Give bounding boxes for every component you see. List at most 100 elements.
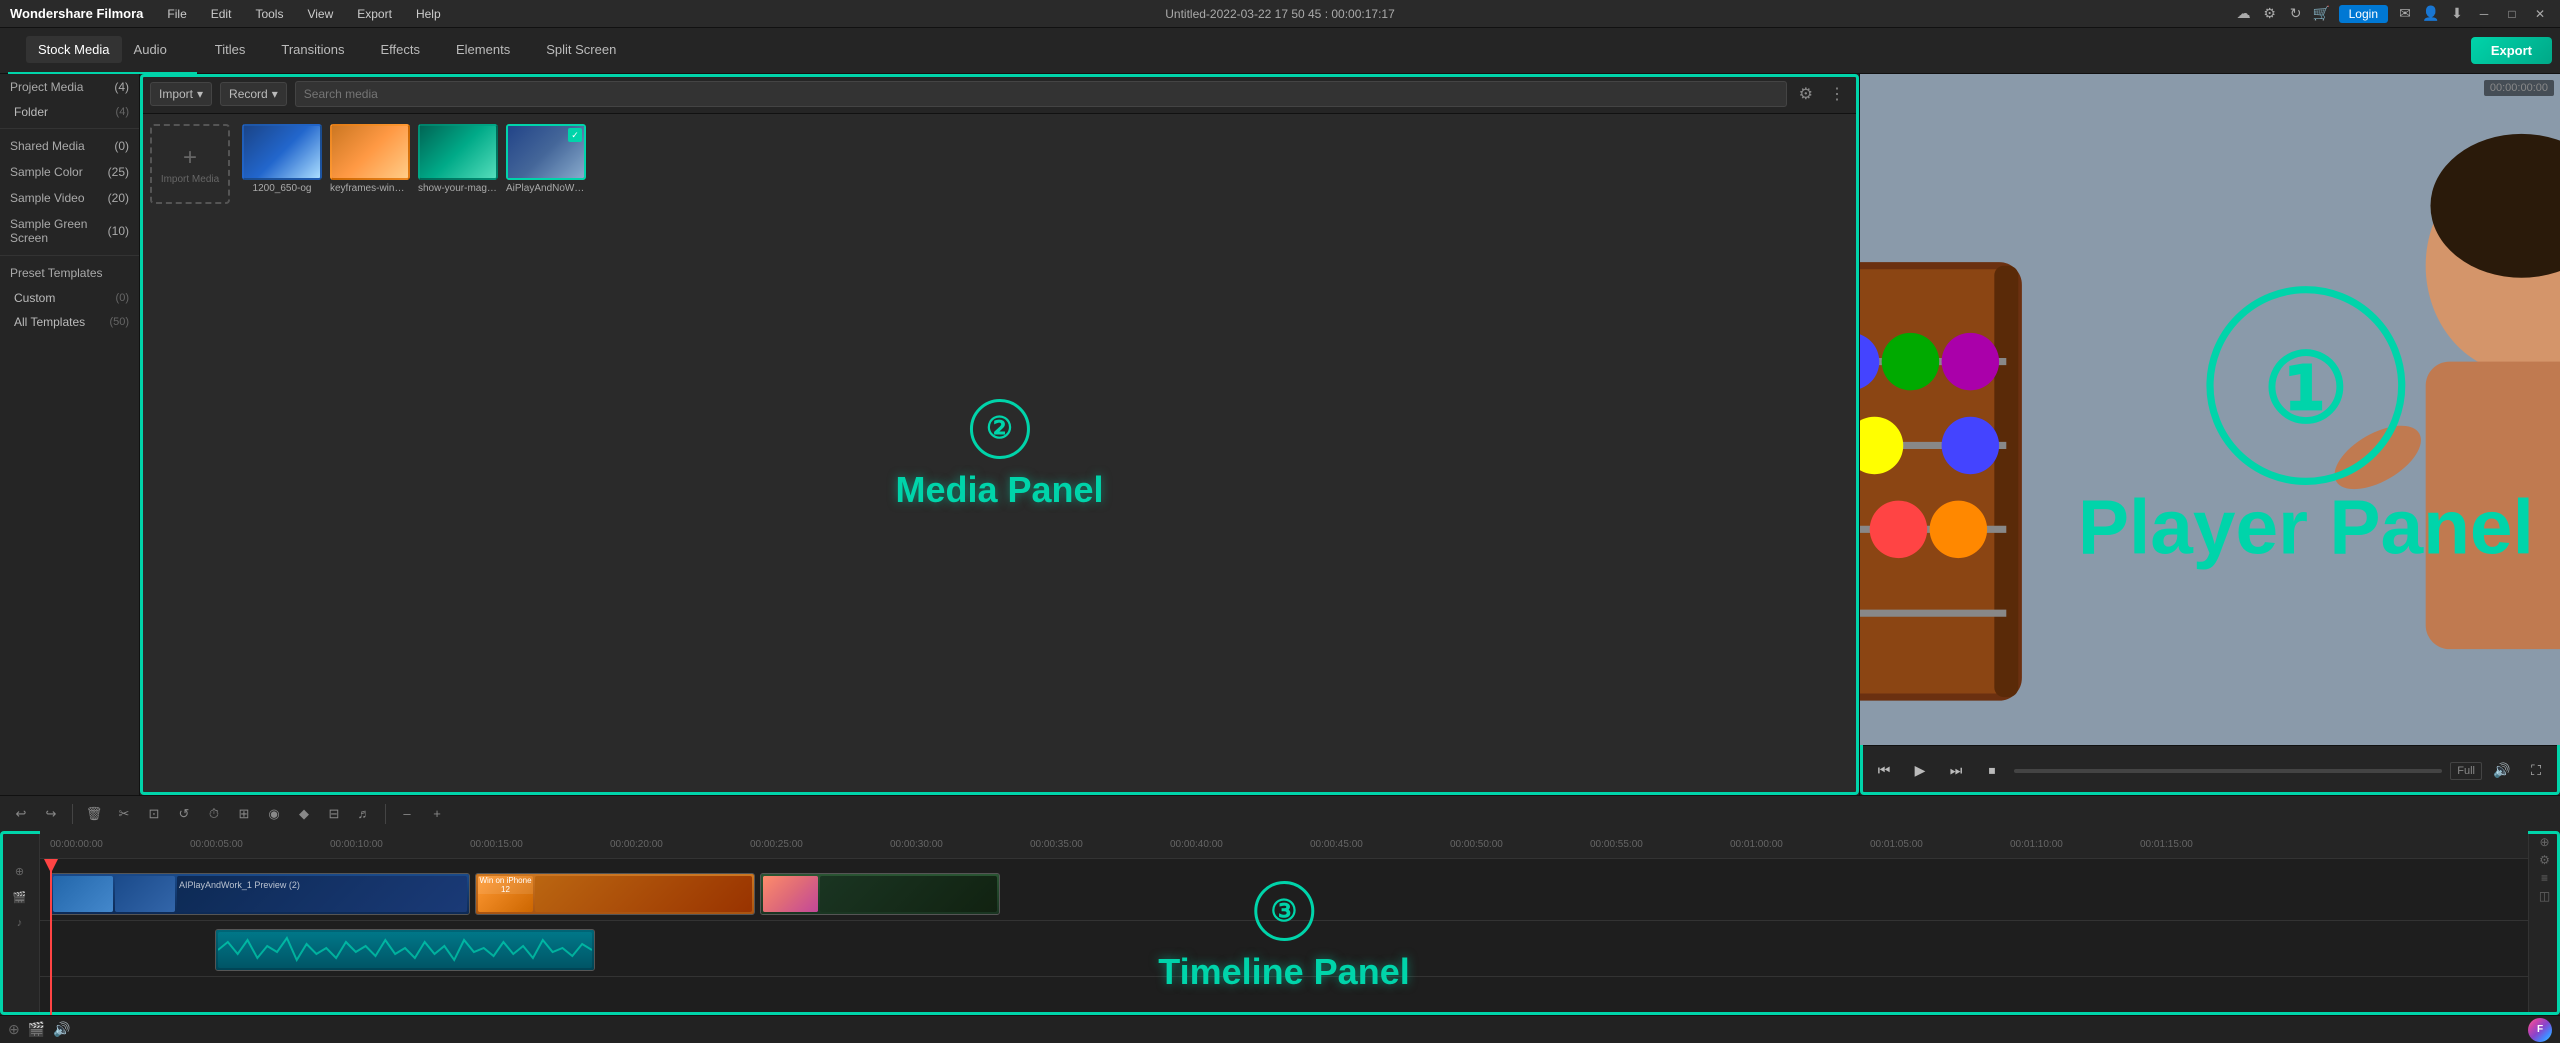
track-clip-aiplay[interactable]: AIPlayAndWork_1 Preview (2) (50, 873, 470, 915)
nav-tabs: Stock Media Audio Titles Transitions Eff… (8, 28, 2467, 74)
tl-right-icon-1[interactable]: ⊕ (2539, 835, 2549, 849)
tab-audio[interactable]: Audio (122, 36, 179, 63)
tl-tool-speed[interactable]: ⏱ (201, 801, 227, 827)
sidebar-item-custom[interactable]: Custom (0) (0, 286, 139, 310)
tl-tool-color[interactable]: ◉ (261, 801, 287, 827)
media-thumb-1200[interactable]: 1200_650-og (242, 124, 322, 194)
user-icon[interactable]: 👤 (2422, 5, 2440, 23)
download-icon[interactable]: ⬇ (2448, 5, 2466, 23)
player-rewind-button[interactable]: ⏮ (1870, 757, 1898, 785)
tl-tool-marker[interactable]: ◆ (291, 801, 317, 827)
sidebar-section-shared-media[interactable]: Shared Media (0) (0, 133, 139, 159)
tab-effects[interactable]: Effects (362, 28, 438, 74)
tl-left-icon-1[interactable]: ⊕ (10, 861, 30, 881)
tl-tool-audio[interactable]: ♬ (351, 801, 377, 827)
sidebar-item-folder[interactable]: Folder (4) (0, 100, 139, 124)
tl-right-icon-4[interactable]: ◫ (2539, 889, 2550, 903)
settings-icon[interactable]: ⚙ (2261, 5, 2279, 23)
player-progress-bar[interactable] (2014, 769, 2442, 773)
media-thumb-show-magic[interactable]: show-your-magic-vid... (418, 124, 498, 194)
sidebar-section-sample-green-screen[interactable]: Sample Green Screen (10) (0, 211, 139, 251)
tl-tool-cut[interactable]: ✂ (111, 801, 137, 827)
menu-file[interactable]: File (163, 5, 190, 23)
menu-view[interactable]: View (303, 5, 337, 23)
status-icon-2[interactable]: 🎬 (28, 1021, 45, 1038)
record-button[interactable]: Record ▾ (220, 82, 287, 106)
player-volume-button[interactable]: 🔊 (2488, 757, 2516, 785)
track-clip-keyframes[interactable] (760, 873, 1000, 915)
title-bar: Wondershare Filmora File Edit Tools View… (0, 0, 2560, 28)
tl-left-icon-3[interactable]: ♪ (10, 913, 30, 933)
close-button[interactable]: ✕ (2530, 4, 2550, 24)
plus-icon: + (183, 144, 197, 172)
filmora-logo: F (2528, 1018, 2552, 1042)
tl-tool-split[interactable]: ⊟ (321, 801, 347, 827)
player-fullscreen-button[interactable]: ⛶ (2522, 757, 2550, 785)
sidebar-section-preset-templates[interactable]: Preset Templates (0, 260, 139, 286)
menu-edit[interactable]: Edit (207, 5, 236, 23)
filter-icon[interactable]: ⚙ (1795, 82, 1817, 106)
cart-icon[interactable]: 🛒 (2313, 5, 2331, 23)
status-icon-3[interactable]: 🔊 (53, 1021, 70, 1038)
player-play-button[interactable]: ▶ (1906, 757, 1934, 785)
refresh-icon[interactable]: ↻ (2287, 5, 2305, 23)
title-controls: ☁ ⚙ ↻ 🛒 Login ✉ 👤 ⬇ ─ □ ✕ (2235, 4, 2550, 24)
status-icon-1[interactable]: ⊕ (8, 1021, 20, 1038)
track-clip-1200[interactable]: Win on iPhone 12 (475, 873, 755, 915)
sidebar-section-project-media[interactable]: Project Media (4) (0, 74, 139, 100)
tl-tool-zoom-in[interactable]: + (424, 801, 450, 827)
tab-titles[interactable]: Titles (197, 28, 264, 74)
maximize-button[interactable]: □ (2502, 4, 2522, 24)
full-label[interactable]: Full (2450, 762, 2482, 780)
tab-stock-media[interactable]: Stock Media (26, 36, 122, 63)
cloud-icon[interactable]: ☁ (2235, 5, 2253, 23)
all-templates-label: All Templates (14, 315, 85, 329)
tl-right-icon-2[interactable]: ⚙ (2539, 853, 2550, 867)
main-toolbar: Stock Media Audio Titles Transitions Eff… (0, 28, 2560, 74)
sample-color-count: (25) (108, 165, 129, 179)
shared-media-count: (0) (114, 139, 129, 153)
sidebar-item-all-templates[interactable]: All Templates (50) (0, 310, 139, 334)
track-clip-show-magic[interactable] (215, 929, 595, 971)
sidebar-section-sample-video[interactable]: Sample Video (20) (0, 185, 139, 211)
tl-right-icon-3[interactable]: ≡ (2541, 871, 2548, 885)
tl-tool-undo[interactable]: ↩ (8, 801, 34, 827)
sidebar-section-sample-color[interactable]: Sample Color (25) (0, 159, 139, 185)
tab-transitions[interactable]: Transitions (263, 28, 362, 74)
tl-separator-1 (72, 804, 73, 824)
import-button[interactable]: Import ▾ (150, 82, 212, 106)
export-button[interactable]: Export (2471, 37, 2552, 64)
player-forward-button[interactable]: ⏭ (1942, 757, 1970, 785)
tl-tool-redo[interactable]: ↪ (38, 801, 64, 827)
tl-tool-crop[interactable]: ⊡ (141, 801, 167, 827)
menu-tools[interactable]: Tools (251, 5, 287, 23)
thumb-label-keyframes: keyframes-winning-p... (330, 183, 410, 194)
ruler-mark-4: 00:00:20:00 (610, 839, 663, 850)
tab-media[interactable]: Stock Media Audio (8, 28, 197, 74)
tl-tool-transform[interactable]: ⊞ (231, 801, 257, 827)
tab-elements[interactable]: Elements (438, 28, 528, 74)
timeline-area: ⊕ 🎬 ♪ 00:00:00:00 00:00:05:00 00:00:10:0… (0, 831, 2560, 1015)
playhead[interactable] (50, 859, 52, 1015)
ruler-mark-7: 00:00:35:00 (1030, 839, 1083, 850)
player-timestamp: 00:00:00:00 (2484, 80, 2554, 96)
view-options-icon[interactable]: ⋮ (1825, 82, 1849, 106)
media-thumb-aiplay[interactable]: ✓ AiPlayAndNoWork_1... (506, 124, 586, 194)
tl-left-icon-2[interactable]: 🎬 (10, 887, 30, 907)
import-media-area[interactable]: + Import Media (150, 124, 230, 204)
minimize-button[interactable]: ─ (2474, 4, 2494, 24)
tl-tool-delete[interactable]: 🗑 (81, 801, 107, 827)
tl-tool-zoom-out[interactable]: – (394, 801, 420, 827)
ruler-mark-12: 00:01:00:00 (1730, 839, 1783, 850)
media-search-input[interactable] (295, 81, 1787, 107)
tab-split-screen[interactable]: Split Screen (528, 28, 634, 74)
mail-icon[interactable]: ✉ (2396, 5, 2414, 23)
tl-tool-loop[interactable]: ↺ (171, 801, 197, 827)
menu-help[interactable]: Help (412, 5, 445, 23)
media-panel: Import ▾ Record ▾ ⚙ ⋮ + Import Media (140, 74, 1860, 795)
menu-export[interactable]: Export (353, 5, 396, 23)
login-button[interactable]: Login (2339, 5, 2388, 23)
media-thumb-keyframes[interactable]: keyframes-winning-p... (330, 124, 410, 194)
sample-video-count: (20) (108, 191, 129, 205)
player-stop-button[interactable]: ⏹ (1978, 757, 2006, 785)
